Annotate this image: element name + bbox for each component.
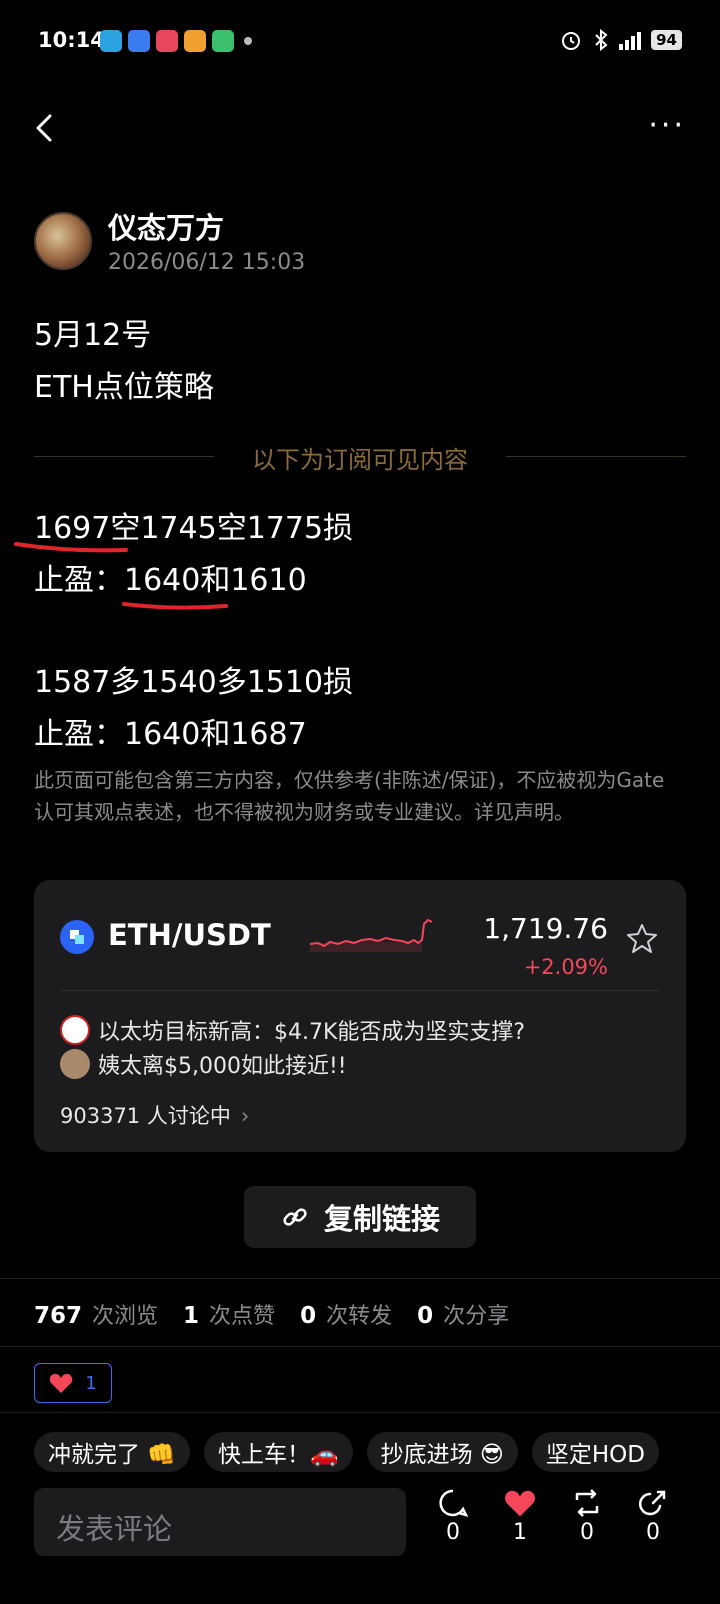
telegram-icon [100, 30, 122, 52]
likes-count: 1 [183, 1303, 200, 1329]
long-take-profit: 止盈：1640和1687 [34, 717, 307, 752]
wallet-app-icon [184, 30, 206, 52]
price-change: +2.09% [523, 955, 608, 979]
back-icon[interactable] [30, 108, 60, 148]
news-item[interactable]: 姨太离$5,000如此接近!! [60, 1048, 347, 1080]
status-time: 10:14 [38, 28, 105, 52]
like-count: 1 [513, 1520, 527, 1545]
chevron-right-icon: › [240, 1104, 250, 1128]
quick-comment-chip[interactable]: 抄底进场 😎 [366, 1432, 518, 1472]
copy-link-button[interactable]: 复制链接 [244, 1186, 476, 1248]
disclaimer-text: 此页面可能包含第三方内容，仅供参考(非陈述/保证)，不应被视为Gate认可其观点… [34, 768, 665, 824]
media-app-icon [212, 30, 234, 52]
subscribe-divider: 以下为订阅可见内容 [34, 440, 686, 474]
notification-icons [100, 30, 252, 52]
repost-action[interactable]: 0 [572, 1488, 602, 1545]
price-sparkline [309, 918, 433, 952]
app-icon [128, 30, 150, 52]
quick-comment-chip[interactable]: 冲就完了 👊 [34, 1432, 190, 1472]
comment-input[interactable]: 发表评论 [34, 1488, 406, 1556]
like-action[interactable]: 1 [504, 1488, 536, 1545]
subscribe-divider-text: 以下为订阅可见内容 [252, 446, 468, 474]
favorite-star-icon[interactable] [626, 922, 658, 954]
price-value: 1,719.76 [483, 912, 608, 945]
trading-pair: ETH/USDT [108, 918, 271, 952]
copy-link-label: 复制链接 [323, 1202, 440, 1236]
heart-icon [50, 1373, 73, 1393]
video-app-icon [156, 30, 178, 52]
post-stats: 767 次浏览 1 次点赞 0 次转发 0 次分享 [34, 1303, 510, 1329]
author-avatar[interactable] [34, 212, 92, 270]
share-action[interactable]: 0 [638, 1488, 668, 1545]
quick-comment-chip[interactable]: 坚定HOD [531, 1432, 659, 1472]
alarm-icon [562, 32, 581, 50]
share-count: 0 [646, 1520, 660, 1545]
post-line-date: 5月12号 [34, 318, 152, 353]
shares-count: 0 [417, 1303, 434, 1329]
views-count: 767 [34, 1303, 83, 1329]
news-source-icon [60, 1015, 90, 1045]
bluetooth-icon [595, 28, 608, 52]
long-entry: 1587多1540多1510损 [34, 665, 354, 700]
comment-count: 0 [446, 1520, 460, 1545]
more-notifications-dot [244, 37, 252, 45]
reposts-count: 0 [300, 1303, 317, 1329]
more-options-icon[interactable]: ··· [648, 108, 686, 143]
news-title: 以太坊目标新高：$4.7K能否成为坚实支撑? [98, 1020, 526, 1045]
status-bar: 10:14 94 [0, 0, 720, 84]
annotation-underlines [14, 542, 228, 610]
battery-indicator: 94 [651, 30, 682, 50]
news-item[interactable]: 以太坊目标新高：$4.7K能否成为坚实支撑? [60, 1014, 525, 1046]
post-line-title: ETH点位策略 [34, 370, 214, 405]
link-icon [283, 1208, 307, 1226]
share-icon [638, 1490, 666, 1516]
discussion-count[interactable]: 903371 人讨论中 › [60, 1100, 249, 1130]
author-name[interactable]: 仪态万方 [108, 205, 224, 247]
quick-comment-chip[interactable]: 快上车！🚗 [203, 1432, 353, 1472]
comment-action[interactable]: 0 [438, 1488, 468, 1545]
post-datetime: 2026/06/12 15:03 [108, 250, 306, 275]
market-card[interactable]: ETH/USDT 1,719.76 +2.09% 以太坊目标新高：$4.7K能否… [34, 880, 686, 1152]
news-source-avatar [60, 1049, 90, 1079]
quick-comments: 冲就完了 👊 快上车！🚗 抄底进场 😎 坚定HOD [34, 1432, 659, 1472]
heart-filled-icon [505, 1490, 535, 1517]
like-reaction-chip[interactable]: 1 [34, 1363, 112, 1403]
repost-count: 0 [580, 1520, 594, 1545]
repost-icon [575, 1489, 599, 1517]
coin-icon [60, 920, 94, 954]
signal-icon [619, 30, 642, 50]
comment-icon [439, 1489, 468, 1517]
news-title: 姨太离$5,000如此接近!! [98, 1054, 347, 1079]
